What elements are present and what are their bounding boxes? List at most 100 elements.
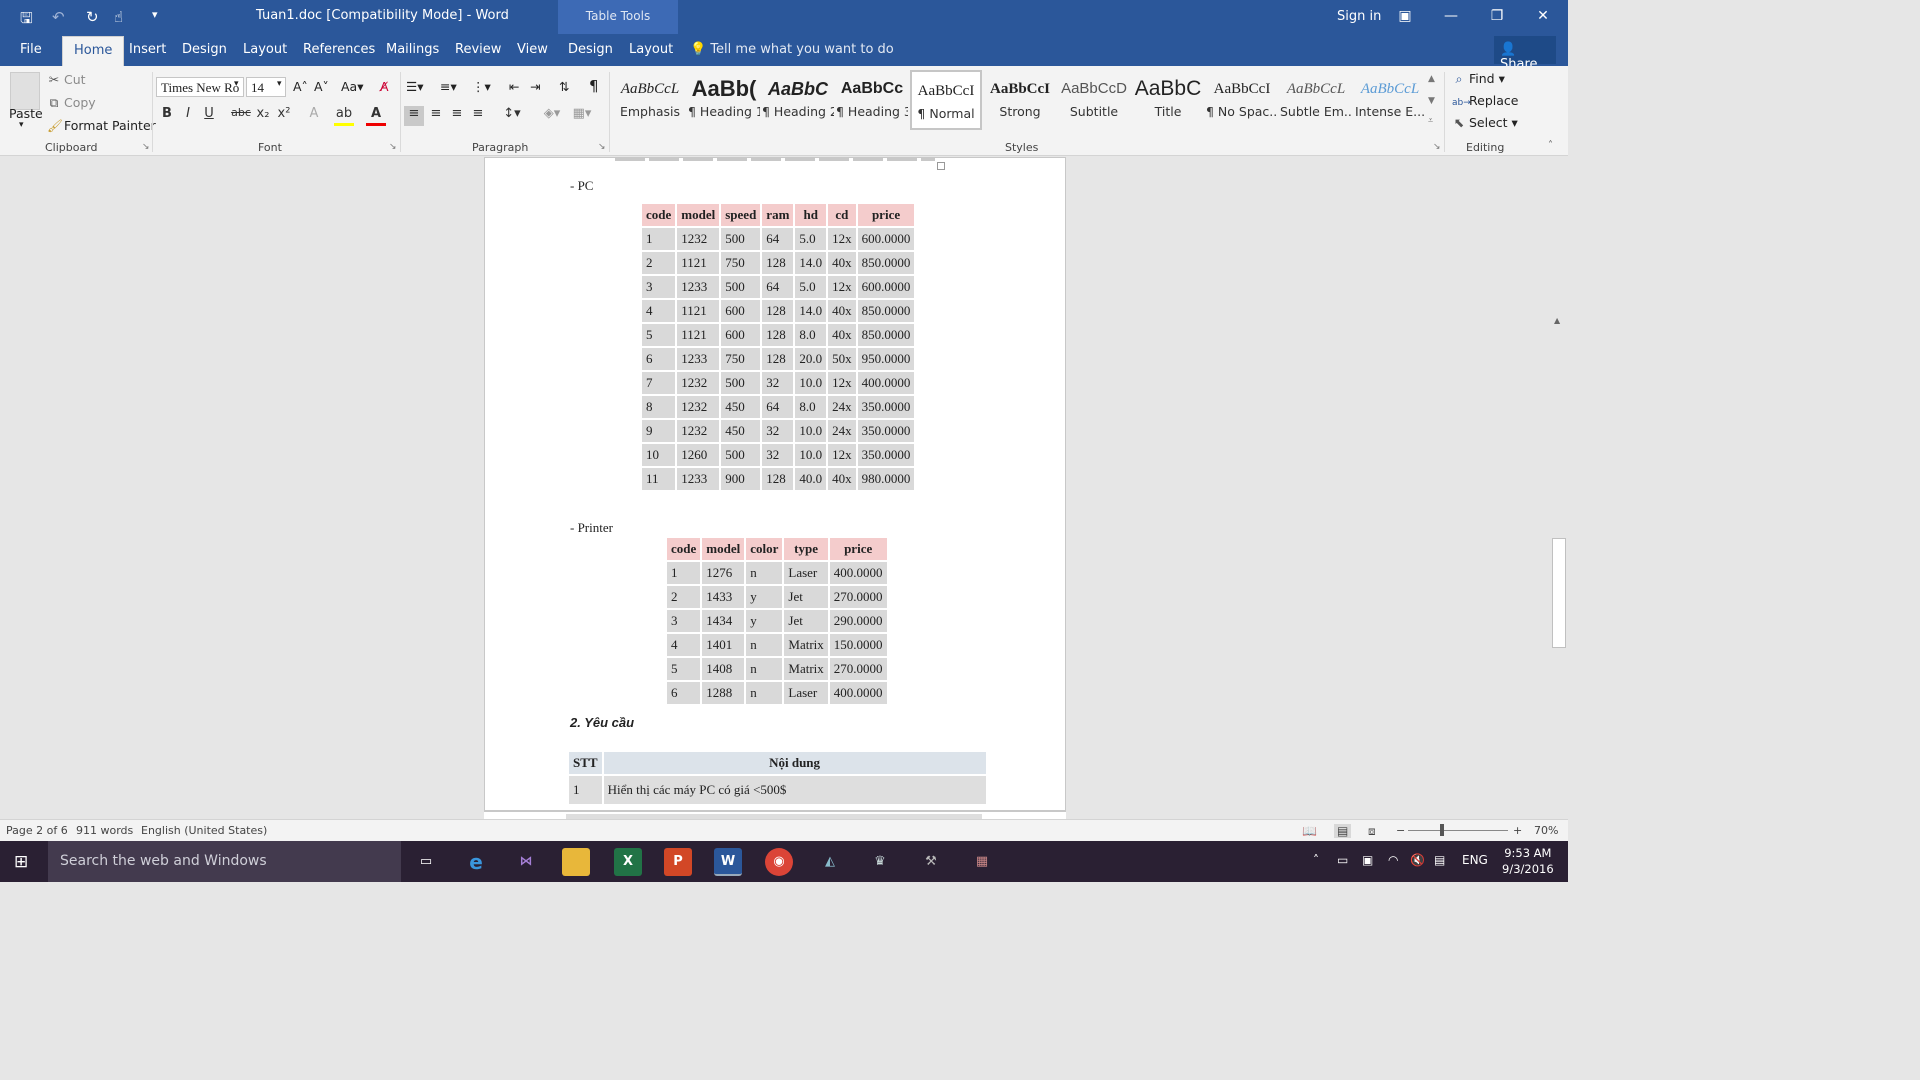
app-icon-1[interactable]: ◭ [816, 848, 844, 876]
table-cell[interactable]: 150.0000 [829, 634, 887, 656]
windows-start-icon[interactable]: ⊞ [14, 852, 28, 872]
taskbar-search[interactable]: Search the web and Windows [48, 841, 401, 882]
text-effects-icon[interactable]: A [304, 106, 324, 126]
table-cell[interactable]: y [746, 610, 783, 632]
table-cell[interactable]: 11 [642, 468, 676, 490]
table-cell[interactable]: 128 [762, 300, 794, 322]
table-cell[interactable]: 750 [721, 252, 761, 274]
touch-mode-icon[interactable]: ☝ [114, 8, 123, 26]
paste-dropdown-icon[interactable]: ▾ [19, 120, 24, 130]
superscript-button[interactable]: x² [274, 106, 294, 126]
table-cell[interactable]: 10 [642, 444, 676, 466]
table-cell[interactable]: 32 [762, 444, 794, 466]
ribbon-display-icon[interactable]: ▣ [1382, 4, 1428, 28]
tab-table-design[interactable]: Design [568, 42, 613, 57]
table-cell[interactable]: 1233 [677, 468, 720, 490]
table-cell[interactable]: 32 [762, 372, 794, 394]
tab-file[interactable]: File [20, 42, 42, 57]
change-case-button[interactable]: Aa▾ [341, 79, 364, 94]
app-icon-4[interactable]: ▦ [968, 848, 996, 876]
table-cell[interactable]: 50x [828, 348, 856, 370]
table-cell[interactable]: 12x [828, 372, 856, 394]
file-explorer-icon[interactable] [562, 848, 590, 876]
table-cell[interactable]: 14.0 [795, 252, 827, 274]
style-no-spacing[interactable]: AaBbCcI ¶ No Spac... [1206, 70, 1278, 130]
table-cell[interactable]: Jet [784, 610, 828, 632]
bullets-icon[interactable]: ☰▾ [406, 79, 423, 94]
table-cell[interactable]: 400.0000 [829, 562, 887, 584]
table-cell[interactable]: 8.0 [795, 324, 827, 346]
table-cell[interactable]: 400.0000 [829, 682, 887, 704]
web-layout-icon[interactable]: ⧈ [1368, 824, 1376, 839]
table-cell[interactable]: 1232 [677, 372, 720, 394]
action-center-icon[interactable]: ▤ [1434, 853, 1445, 867]
decrease-indent-icon[interactable]: ⇤ [509, 79, 519, 94]
font-launcher-icon[interactable]: ↘ [389, 142, 397, 152]
styles-more-icon[interactable]: ⩡ [1428, 116, 1433, 126]
table-cell[interactable]: 1433 [702, 586, 745, 608]
scroll-up-icon[interactable]: ▲ [1554, 316, 1560, 325]
align-right-icon[interactable]: ≡ [447, 106, 467, 126]
styles-launcher-icon[interactable]: ↘ [1433, 142, 1441, 152]
input-language[interactable]: ENG [1462, 853, 1488, 867]
excel-icon[interactable]: X [614, 848, 642, 876]
tab-design[interactable]: Design [182, 42, 227, 57]
undo-icon[interactable]: ↶ [52, 8, 65, 26]
increase-indent-icon[interactable]: ⇥ [530, 79, 540, 94]
clock[interactable]: 9:53 AM 9/3/2016 [1502, 845, 1554, 877]
zoom-slider-thumb[interactable] [1440, 824, 1444, 836]
table-cell[interactable]: 3 [667, 610, 701, 632]
style-subtle-emphasis[interactable]: AaBbCcL Subtle Em... [1280, 70, 1352, 130]
table-cell[interactable]: 4 [642, 300, 676, 322]
paragraph-launcher-icon[interactable]: ↘ [598, 142, 606, 152]
table-cell[interactable]: n [746, 562, 783, 584]
table-cell[interactable]: 500 [721, 276, 761, 298]
table-cell[interactable]: 5 [667, 658, 701, 680]
table-cell[interactable]: 1121 [677, 300, 720, 322]
zoom-level[interactable]: 70% [1534, 824, 1558, 837]
table-cell[interactable]: 1 [642, 228, 676, 250]
table-cell[interactable]: 350.0000 [857, 420, 915, 442]
highlight-icon[interactable]: ab [334, 106, 354, 126]
table-cell[interactable]: 850.0000 [857, 324, 915, 346]
printer-table[interactable]: code model color type price 1 1276 n Laser 400.0… [665, 536, 889, 706]
word-icon[interactable]: W [714, 848, 742, 876]
restore-icon[interactable]: ❐ [1474, 4, 1520, 28]
table-cell[interactable]: 1 [667, 562, 701, 584]
table-cell[interactable]: 500 [721, 228, 761, 250]
table-cell[interactable]: 600 [721, 324, 761, 346]
table-cell[interactable]: 750 [721, 348, 761, 370]
table-cell[interactable]: Jet [784, 586, 828, 608]
tab-view[interactable]: View [517, 42, 548, 57]
scrollbar-thumb[interactable] [1552, 538, 1566, 648]
document-page[interactable]: - PC code model speed ram hd cd price 1 1232 500… [484, 157, 1066, 811]
font-color-icon[interactable]: A [366, 106, 386, 126]
share-button[interactable]: 👤 Share [1494, 36, 1556, 72]
table-cell[interactable]: 1233 [677, 276, 720, 298]
table-cell[interactable]: Matrix [784, 658, 828, 680]
align-center-icon[interactable]: ≡ [426, 106, 446, 126]
table-cell[interactable]: 40x [828, 252, 856, 274]
table-cell[interactable]: 128 [762, 348, 794, 370]
app-icon-2[interactable]: ♛ [866, 848, 894, 876]
table-cell[interactable]: n [746, 634, 783, 656]
style-emphasis[interactable]: AaBbCcL Emphasis [614, 70, 686, 130]
save-icon[interactable]: 🖫 [20, 8, 33, 33]
shading-icon[interactable]: ◈▾ [538, 106, 566, 126]
italic-button[interactable]: I [178, 106, 198, 126]
table-cell[interactable]: 64 [762, 228, 794, 250]
table-cell[interactable]: 290.0000 [829, 610, 887, 632]
tab-table-layout[interactable]: Layout [629, 42, 673, 57]
minimize-icon[interactable]: — [1428, 4, 1474, 28]
table-cell[interactable]: 64 [762, 276, 794, 298]
table-cell[interactable]: 12x [828, 444, 856, 466]
table-cell[interactable]: 400.0000 [857, 372, 915, 394]
tab-references[interactable]: References [303, 42, 375, 57]
table-cell[interactable]: 2 [667, 586, 701, 608]
app-icon-3[interactable]: ⚒ [917, 848, 945, 876]
show-marks-icon[interactable]: ¶ [589, 77, 599, 95]
font-name-dropdown-icon[interactable]: ▾ [234, 79, 239, 89]
font-name-box[interactable]: Times New Ro [156, 77, 244, 97]
tab-layout[interactable]: Layout [243, 42, 287, 57]
clipboard-launcher-icon[interactable]: ↘ [142, 142, 150, 152]
